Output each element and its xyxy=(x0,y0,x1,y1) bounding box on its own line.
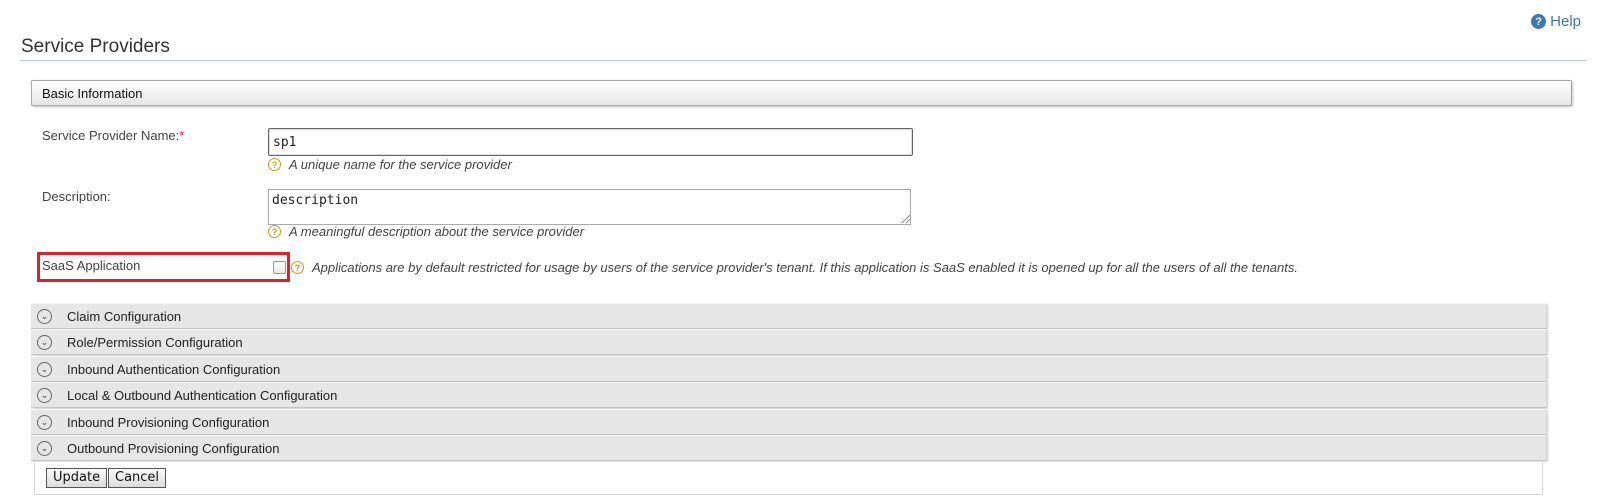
description-hint: ? A meaningful description about the ser… xyxy=(268,224,584,239)
accordion-label: Outbound Provisioning Configuration xyxy=(67,440,280,456)
accordion-label: Inbound Provisioning Configuration xyxy=(67,414,270,430)
form-actions-bar: Update Cancel xyxy=(34,462,1543,495)
chevron-down-icon: ⌄ xyxy=(37,440,52,456)
accordion-claim-configuration[interactable]: ⌄ Claim Configuration xyxy=(31,303,1546,329)
help-link[interactable]: ? Help xyxy=(1531,13,1581,30)
title-divider xyxy=(20,60,1586,61)
chevron-down-icon: ⌄ xyxy=(37,308,52,324)
saas-application-label: SaaS Application xyxy=(42,258,141,273)
update-button[interactable]: Update xyxy=(46,468,108,488)
page-title: Service Providers xyxy=(21,36,170,57)
resize-grip-icon[interactable] xyxy=(900,213,910,223)
hint-help-icon: ? xyxy=(291,261,304,274)
chevron-down-icon: ⌄ xyxy=(37,387,52,403)
accordion-label: Local & Outbound Authentication Configur… xyxy=(67,387,338,403)
help-icon: ? xyxy=(1531,14,1547,29)
name-hint-text: A unique name for the service provider xyxy=(289,157,512,172)
accordion-label: Role/Permission Configuration xyxy=(67,334,243,350)
saas-application-checkbox[interactable] xyxy=(273,261,286,274)
name-hint: ? A unique name for the service provider xyxy=(268,157,512,172)
saas-hint-text: Applications are by default restricted f… xyxy=(312,260,1298,275)
chevron-down-icon: ⌄ xyxy=(37,414,52,430)
accordion-label: Inbound Authentication Configuration xyxy=(67,361,281,377)
chevron-down-icon: ⌄ xyxy=(37,361,52,377)
chevron-down-icon: ⌄ xyxy=(37,334,52,350)
accordion-inbound-provisioning-configuration[interactable]: ⌄ Inbound Provisioning Configuration xyxy=(31,409,1546,435)
description-textarea[interactable]: description xyxy=(268,189,911,225)
accordion-outbound-provisioning-configuration[interactable]: ⌄ Outbound Provisioning Configuration xyxy=(31,435,1546,461)
cancel-button[interactable]: Cancel xyxy=(108,468,167,488)
hint-help-icon: ? xyxy=(268,158,281,171)
accordion-inbound-authentication-configuration[interactable]: ⌄ Inbound Authentication Configuration xyxy=(31,356,1546,382)
service-provider-name-label: Service Provider Name:* xyxy=(42,128,184,143)
description-hint-text: A meaningful description about the servi… xyxy=(289,224,585,239)
description-label: Description: xyxy=(42,189,111,204)
hint-help-icon: ? xyxy=(268,225,281,238)
accordion-local-outbound-authentication-configuration[interactable]: ⌄ Local & Outbound Authentication Config… xyxy=(31,382,1546,408)
service-provider-name-input[interactable] xyxy=(268,128,913,156)
name-label-text: Service Provider Name: xyxy=(42,128,180,143)
accordion-role-permission-configuration[interactable]: ⌄ Role/Permission Configuration xyxy=(31,329,1546,355)
accordion-label: Claim Configuration xyxy=(67,308,182,324)
saas-hint: ? Applications are by default restricted… xyxy=(291,260,1298,275)
help-label: Help xyxy=(1550,13,1581,30)
required-mark: * xyxy=(179,128,185,143)
basic-information-header: Basic Information xyxy=(31,80,1572,106)
saas-application-highlight: SaaS Application xyxy=(37,252,290,282)
